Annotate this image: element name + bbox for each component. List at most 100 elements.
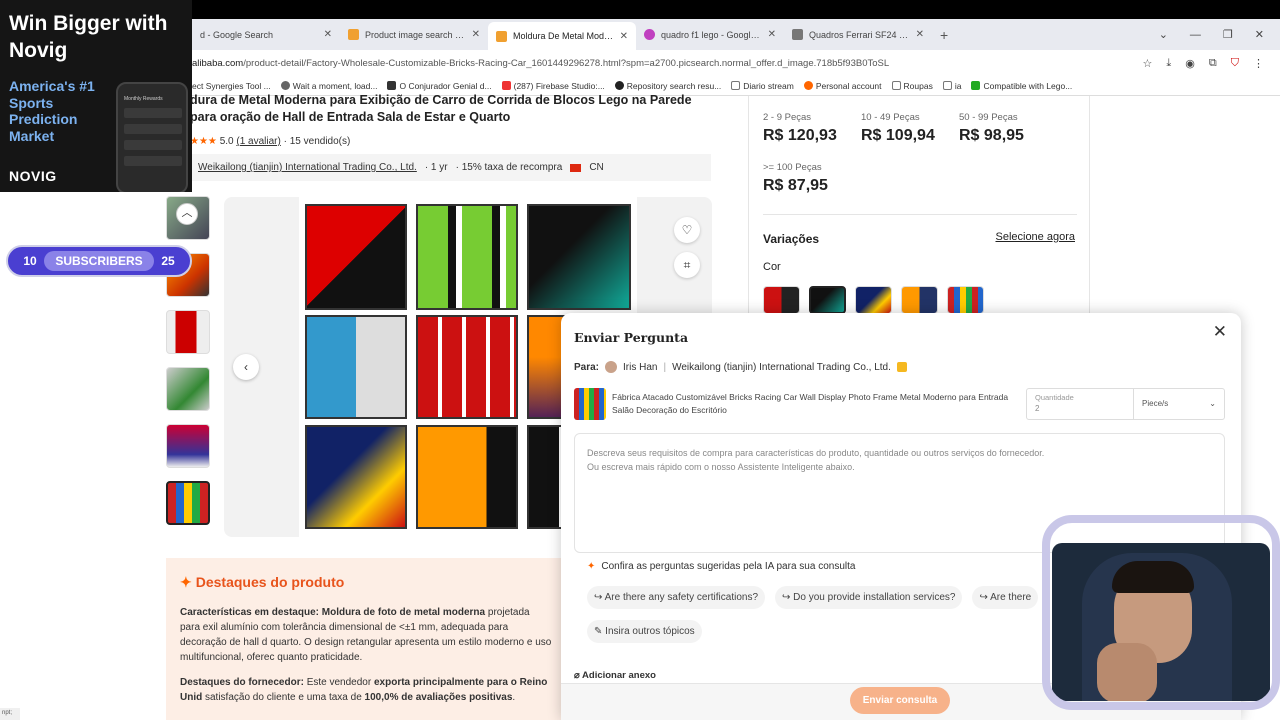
folder-icon [891,81,901,90]
bookmark-label: Compatible with Lego... [983,80,1073,91]
shield-icon[interactable]: ⛉ [1231,57,1239,70]
quantity-field[interactable]: Quantidade 2 [1026,388,1134,420]
color-swatch[interactable] [947,286,984,314]
quantity-label: Quantidade [1035,393,1074,402]
price-tier: 10 - 49 Peças R$ 109,94 [861,112,935,145]
download-icon[interactable]: ⤓ [1166,57,1171,70]
product-thumbnail-selected[interactable] [166,481,210,525]
frame-blue-yellow [305,425,407,529]
supplier-link[interactable]: Weikailong (tianjin) International Tradi… [198,162,417,173]
color-swatch[interactable] [855,286,892,314]
tier-qty: >= 100 Peças [763,162,822,173]
supplier-highlight-label: Destaques do fornecedor: [180,677,304,688]
account-favicon-icon [803,81,813,90]
select-now-link[interactable]: Selecione agora [995,231,1075,243]
tier-qty: 50 - 99 Peças [959,112,1018,123]
frame-green-white [416,204,518,310]
tab-image-search[interactable]: Product image search on Aliba ✕ [340,23,488,47]
ad-phone-row [124,156,182,166]
webcam-overlay [1042,515,1280,710]
bookmark-item[interactable]: ia [942,81,961,91]
product-thumbnail[interactable] [166,310,210,354]
new-tab-button[interactable]: + [940,27,948,43]
bookmark-label: Roupas [903,80,933,91]
tab-google-shopping[interactable]: quadro f1 lego - Google Shoppi ✕ [636,23,784,47]
send-inquiry-button[interactable]: Enviar consulta [850,687,950,714]
minimize-icon[interactable]: — [1190,29,1201,41]
bookmark-item[interactable]: Roupas [891,80,933,91]
tab-google-search[interactable]: d - Google Search ✕ [192,23,340,47]
webcam-frame [1042,515,1280,710]
menu-dots-icon[interactable]: ⋮ [1253,57,1264,70]
suggestion-chip[interactable]: ↪ Are there any safety certifications? [587,586,766,609]
separator: | [663,361,667,373]
close-icon[interactable]: ✕ [1213,322,1227,342]
chevron-down-icon[interactable]: ⌄ [1159,28,1168,41]
chevron-down-icon: ⌄ [1209,399,1216,408]
account-icon[interactable]: ◉ [1185,57,1195,70]
close-icon[interactable]: ✕ [916,29,924,40]
tier-qty: 10 - 49 Peças [861,112,920,123]
bookmark-item[interactable]: Repository search resu... [614,81,721,91]
restore-icon[interactable]: ❐ [1223,28,1233,41]
bookmark-item[interactable]: O Conjurador Genial d... [387,81,492,91]
bookmark-item[interactable]: (287) Firebase Studio:... [501,81,605,91]
close-icon[interactable]: ✕ [620,31,628,42]
image-search-icon[interactable]: ⌗ [674,252,700,278]
bookmark-item[interactable]: Diario stream [731,81,794,91]
bookmark-star-icon[interactable]: ☆ [1143,57,1153,70]
subscriber-counter-overlay: 10 SUBSCRIBERS 25 [6,245,192,277]
attachment-label: Adicionar anexo [582,670,656,681]
frame-red-stripes [416,315,518,419]
close-icon[interactable]: ✕ [324,29,332,40]
suggested-questions: ↪ Are there any safety certifications? ↪… [587,586,1039,609]
add-attachment-button[interactable]: ⌀ Adicionar anexo [574,670,656,681]
product-thumbnail[interactable] [166,367,210,411]
folder-icon [942,81,952,90]
bookmark-item[interactable]: Compatible with Lego... [971,81,1072,91]
supplier-years: · 1 yr [424,162,448,173]
tab-title: quadro f1 lego - Google Shoppi [661,29,762,40]
other-topics-button[interactable]: ✎ Insira outros tópicos [587,620,702,643]
bookmark-item[interactable]: Wait a moment, load... [280,80,378,91]
close-icon[interactable]: ✕ [472,29,480,40]
star-rating-icon: ★★★ [190,136,217,147]
chevron-up-icon[interactable]: ︿ [176,203,198,225]
suggestion-chip[interactable]: ↪ Are there [972,586,1039,609]
tab-title: Moldura De Metal Moderna Par [513,31,614,41]
frame-teal-black [527,204,631,310]
bookmark-item[interactable]: ect Synergies Tool ... [192,81,271,91]
status-text: npt; [0,708,20,720]
inquiry-product: Fábrica Atacado Customizável Bricks Raci… [574,388,1017,420]
unit-select[interactable]: Piece/s ⌄ [1133,388,1225,420]
address-bar[interactable]: alibaba.com/product-detail/Factory-Whole… [0,50,1280,76]
heart-icon[interactable]: ♡ [674,217,700,243]
ad-phone-row [124,140,182,150]
url-field[interactable]: alibaba.com/product-detail/Factory-Whole… [192,58,1143,69]
bookmark-label: Wait a moment, load... [292,80,378,91]
suggestion-chip[interactable]: ↪ Do you provide installation services? [775,586,963,609]
color-swatch-selected[interactable] [809,286,846,314]
window-close-icon[interactable]: ✕ [1255,28,1264,41]
bookmark-label: Diario stream [743,80,794,91]
lego-favicon-icon [971,81,981,90]
ad-phone-title: Monthly Rewards [124,96,163,102]
github-icon [614,81,624,90]
color-swatch[interactable] [901,286,938,314]
divider [763,214,1077,215]
company-name: Weikailong (tianjin) International Tradi… [672,361,891,373]
reviews-link[interactable]: (1 avaliar) [236,136,280,147]
highlights-paragraph-supplier: Destaques do fornecedor: Este vendedor e… [180,675,552,705]
china-flag-icon [570,163,582,172]
product-thumbnail[interactable] [166,424,210,468]
alibaba-favicon-icon [348,29,359,40]
tab-product-active[interactable]: Moldura De Metal Moderna Par ✕ [488,22,636,50]
chevron-left-icon[interactable]: ‹ [233,354,259,380]
tab-ferrari[interactable]: Quadros Ferrari SF24 F1 Lego - (✕ [784,23,932,47]
bookmark-item[interactable]: Personal account [803,81,882,91]
tab-title: Product image search on Aliba [365,29,466,40]
close-icon[interactable]: ✕ [768,29,776,40]
ad-phone-row [124,108,182,118]
color-swatch[interactable] [763,286,800,314]
extensions-icon[interactable]: ⧉ [1209,57,1217,70]
